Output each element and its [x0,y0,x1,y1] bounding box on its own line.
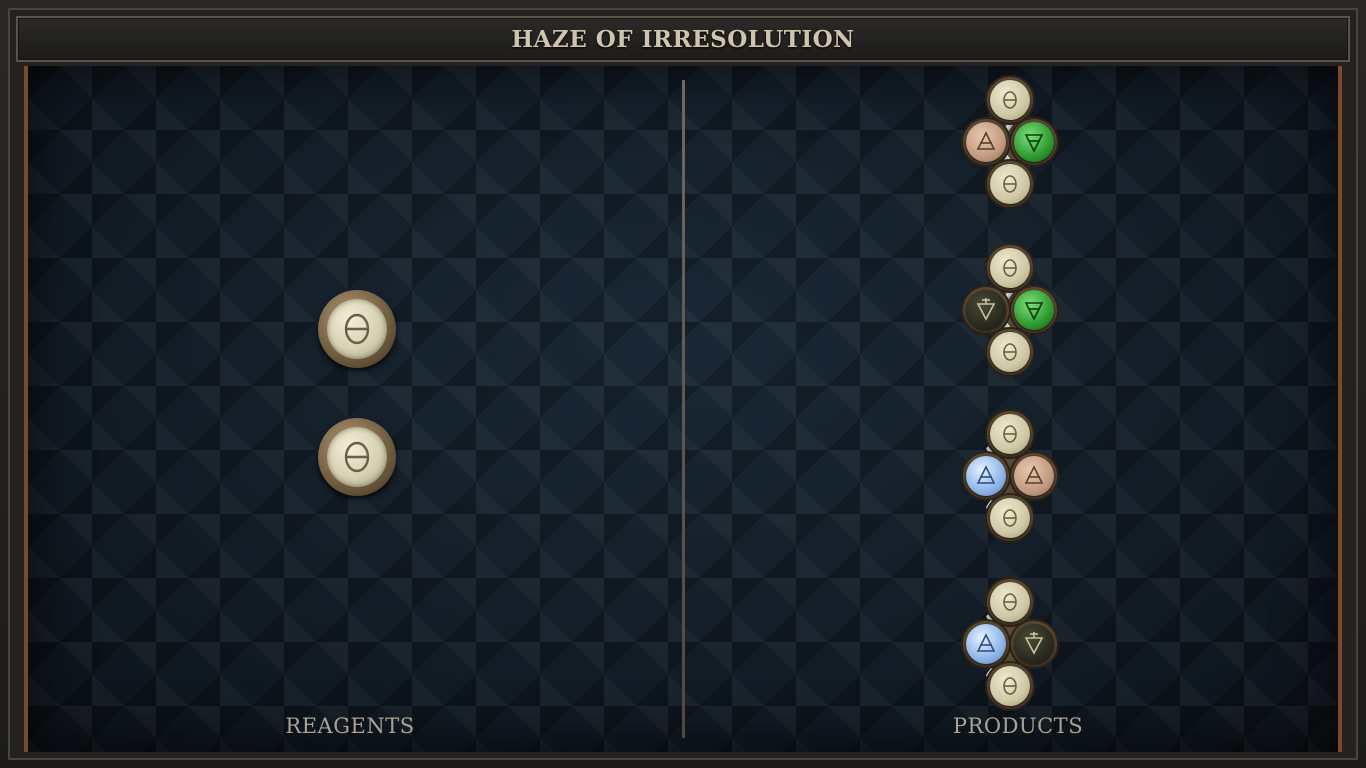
salt-theta-icon [1003,593,1017,611]
dark-earth-triangle-icon [1024,632,1044,655]
atom-dark-earth [1014,624,1054,664]
salt-theta-icon [1003,677,1017,695]
atom-salt [990,498,1030,538]
salt-theta-icon [344,441,370,473]
air-triangle-icon [976,465,996,484]
atom-salt [990,80,1030,120]
atom-salt [990,164,1030,204]
product-molecule-1[interactable] [960,76,1060,208]
product-molecule-4[interactable] [960,578,1060,710]
product-molecule-2[interactable] [960,244,1060,376]
reagents-label: REAGENTS [285,714,415,738]
atom-earth [966,122,1006,162]
reagent-salt-1[interactable] [316,290,400,372]
product-molecule-3[interactable] [960,410,1060,542]
atom-salt [990,248,1030,288]
salt-theta-icon [1003,91,1017,109]
salt-theta-icon [1003,509,1017,527]
atom-water [1014,290,1054,330]
atom-salt [990,332,1030,372]
dark-earth-triangle-icon [976,298,996,321]
salt-theta-icon [1003,425,1017,443]
atom-dark-earth [966,290,1006,330]
atom-water [1014,122,1054,162]
salt-theta-icon [344,313,370,345]
atom-earth [1014,456,1054,496]
water-triangle-icon [1024,302,1044,321]
products-label: PRODUCTS [952,714,1084,738]
air-triangle-icon [976,633,996,652]
salt-theta-icon [1003,175,1017,193]
atom-salt [990,414,1030,454]
atom-air [966,456,1006,496]
column-divider [682,80,685,738]
atom-salt [990,582,1030,622]
atom-salt [990,666,1030,706]
earth-triangle-icon [976,131,996,150]
reagent-salt-2[interactable] [316,418,400,500]
earth-triangle-icon [1024,465,1044,484]
salt-theta-icon [1003,259,1017,277]
atom-air [966,624,1006,664]
water-triangle-icon [1024,134,1044,153]
title-bar: HAZE OF IRRESOLUTION [16,16,1350,62]
puzzle-title: HAZE OF IRRESOLUTION [511,25,855,53]
salt-theta-icon [1003,343,1017,361]
